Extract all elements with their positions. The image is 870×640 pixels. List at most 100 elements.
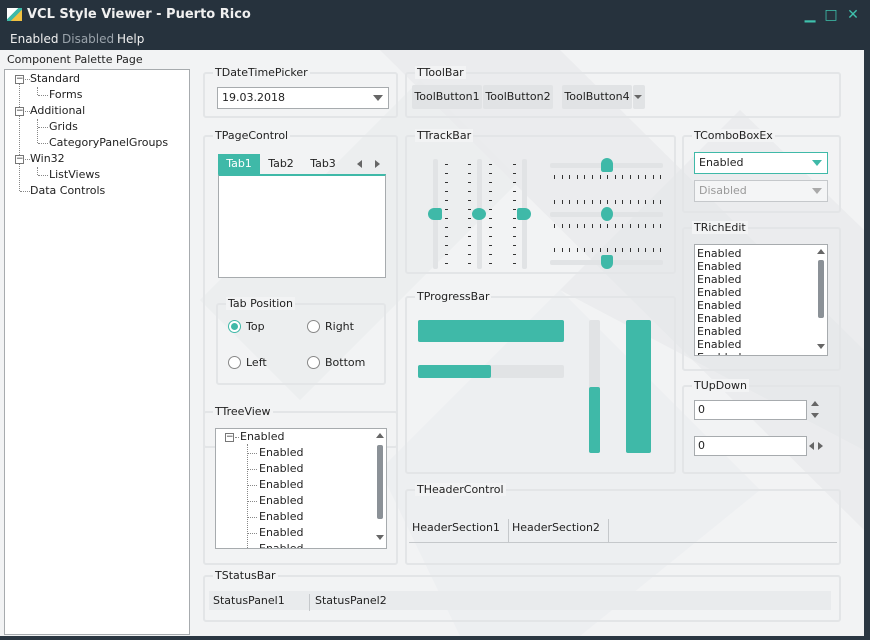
- tick-mark: [445, 164, 448, 165]
- radio-top-label: Top: [246, 320, 265, 333]
- scrollbar-thumb[interactable]: [377, 445, 383, 519]
- tick-mark: [599, 224, 601, 228]
- updown-value-1: 0: [698, 403, 705, 416]
- scroll-down-icon[interactable]: [376, 535, 384, 540]
- richedit-box[interactable]: Enabled Enabled Enabled Enabled Enabled Enabl…: [694, 244, 828, 356]
- toolbar-dropdown-button[interactable]: [633, 85, 645, 109]
- updown-edit-2[interactable]: 0: [694, 436, 807, 456]
- progress-fill: [418, 365, 491, 378]
- tick-mark: [445, 236, 448, 237]
- menu-help[interactable]: Help: [117, 32, 144, 46]
- tick-mark: [513, 263, 516, 264]
- toolbutton-1[interactable]: ToolButton1: [412, 85, 482, 109]
- tree-item-listviews[interactable]: ListViews: [49, 168, 100, 181]
- treeview-item[interactable]: Enabled: [259, 446, 303, 459]
- updown-up-icon[interactable]: [811, 401, 819, 406]
- toolbutton-2[interactable]: ToolButton2: [483, 85, 553, 109]
- tick-mark: [468, 191, 471, 192]
- comboboxex-enabled[interactable]: Enabled: [694, 152, 828, 174]
- tick-mark: [569, 248, 571, 252]
- updown-edit-1[interactable]: 0: [694, 400, 807, 420]
- treeview-group: TTreeView − Enabled Enabled Enabled Enable…: [203, 405, 398, 565]
- trackbar-thumb[interactable]: [600, 158, 613, 172]
- tab-3[interactable]: Tab3: [303, 154, 343, 174]
- tick-mark: [584, 200, 586, 204]
- treeview-item[interactable]: Enabled: [259, 526, 303, 539]
- tree-connector: [248, 453, 257, 454]
- header-section-2[interactable]: HeaderSection2: [512, 519, 609, 543]
- updown-right-icon[interactable]: [818, 442, 823, 450]
- tick-mark: [513, 236, 516, 237]
- tick-mark: [576, 248, 578, 252]
- treeview-item[interactable]: Enabled: [259, 510, 303, 523]
- tick-mark: [489, 245, 492, 246]
- tick-mark: [468, 200, 471, 201]
- trackbar-thumb[interactable]: [472, 208, 486, 220]
- treeview-scrollbar[interactable]: [374, 429, 386, 548]
- close-button[interactable]: ✕: [845, 7, 861, 23]
- tick-mark: [576, 175, 578, 179]
- tick-mark: [468, 164, 471, 165]
- trackbar-thumb[interactable]: [517, 208, 531, 220]
- expander-win32[interactable]: −: [15, 155, 24, 164]
- tab-1[interactable]: Tab1: [218, 154, 260, 174]
- updown-left-icon[interactable]: [809, 442, 814, 450]
- tab-scroll-right-icon[interactable]: [375, 160, 380, 168]
- palette-label: Component Palette Page: [7, 53, 143, 66]
- richedit-line: Enabled: [697, 312, 742, 325]
- tree-item-categorypanelgroups[interactable]: CategoryPanelGroups: [49, 136, 168, 149]
- expander-additional[interactable]: −: [15, 107, 24, 116]
- radio-bottom[interactable]: [307, 356, 320, 369]
- chevron-down-icon: [373, 95, 383, 101]
- scroll-down-icon[interactable]: [817, 344, 825, 349]
- trackbar-thumb[interactable]: [600, 207, 613, 221]
- tick-mark: [614, 224, 616, 228]
- richedit-scrollbar[interactable]: [815, 245, 827, 355]
- trackbar-thumb[interactable]: [428, 208, 442, 220]
- expander-standard[interactable]: −: [15, 75, 24, 84]
- tab-scroll-left-icon[interactable]: [357, 160, 362, 168]
- tick-mark: [554, 200, 555, 204]
- tick-mark: [489, 236, 492, 237]
- maximize-button[interactable]: □: [823, 7, 839, 23]
- toolbutton-4[interactable]: ToolButton4: [562, 85, 632, 109]
- updown-down-icon[interactable]: [811, 413, 819, 418]
- treeview-expander[interactable]: −: [225, 433, 234, 442]
- tick-mark: [660, 175, 662, 179]
- tab-2[interactable]: Tab2: [261, 154, 301, 174]
- tick-mark: [637, 200, 639, 204]
- tree-item-additional[interactable]: Additional: [30, 104, 85, 117]
- treeview-item[interactable]: Enabled: [259, 542, 303, 548]
- scroll-up-icon[interactable]: [817, 249, 825, 254]
- treeview-item[interactable]: Enabled: [259, 462, 303, 475]
- radio-right[interactable]: [307, 320, 320, 333]
- tick-mark: [468, 254, 471, 255]
- trackbar-thumb[interactable]: [600, 255, 613, 269]
- tick-mark: [652, 224, 654, 228]
- tree-item-grids[interactable]: Grids: [49, 120, 78, 133]
- date-picker[interactable]: 19.03.2018: [217, 87, 389, 109]
- radio-top[interactable]: [228, 320, 241, 333]
- tick-mark: [630, 200, 631, 204]
- header-section-1[interactable]: HeaderSection1: [412, 519, 509, 543]
- radio-left[interactable]: [228, 356, 241, 369]
- palette-tree[interactable]: − Standard Forms − Additional Grids Cate…: [4, 69, 190, 635]
- tick-mark: [468, 263, 471, 264]
- treeview-item[interactable]: Enabled: [259, 494, 303, 507]
- treeview-box[interactable]: − Enabled Enabled Enabled Enabled Enabled En…: [215, 428, 387, 549]
- treeview-root[interactable]: Enabled: [240, 430, 284, 443]
- treeview-item[interactable]: Enabled: [259, 478, 303, 491]
- tree-item-standard[interactable]: Standard: [30, 72, 80, 85]
- tick-mark: [468, 182, 471, 183]
- richedit-line: Enabled: [697, 247, 742, 260]
- minimize-button[interactable]: ▁: [802, 7, 818, 23]
- tree-item-forms[interactable]: Forms: [49, 88, 82, 101]
- scrollbar-thumb[interactable]: [818, 260, 824, 318]
- menu-enabled[interactable]: Enabled: [10, 32, 59, 46]
- scroll-up-icon[interactable]: [376, 433, 384, 438]
- tree-item-win32[interactable]: Win32: [30, 152, 65, 165]
- tree-item-data-controls[interactable]: Data Controls: [30, 184, 105, 197]
- menu-disabled[interactable]: Disabled: [62, 32, 114, 46]
- tick-mark: [652, 200, 654, 204]
- group-title: TUpDown: [692, 379, 749, 392]
